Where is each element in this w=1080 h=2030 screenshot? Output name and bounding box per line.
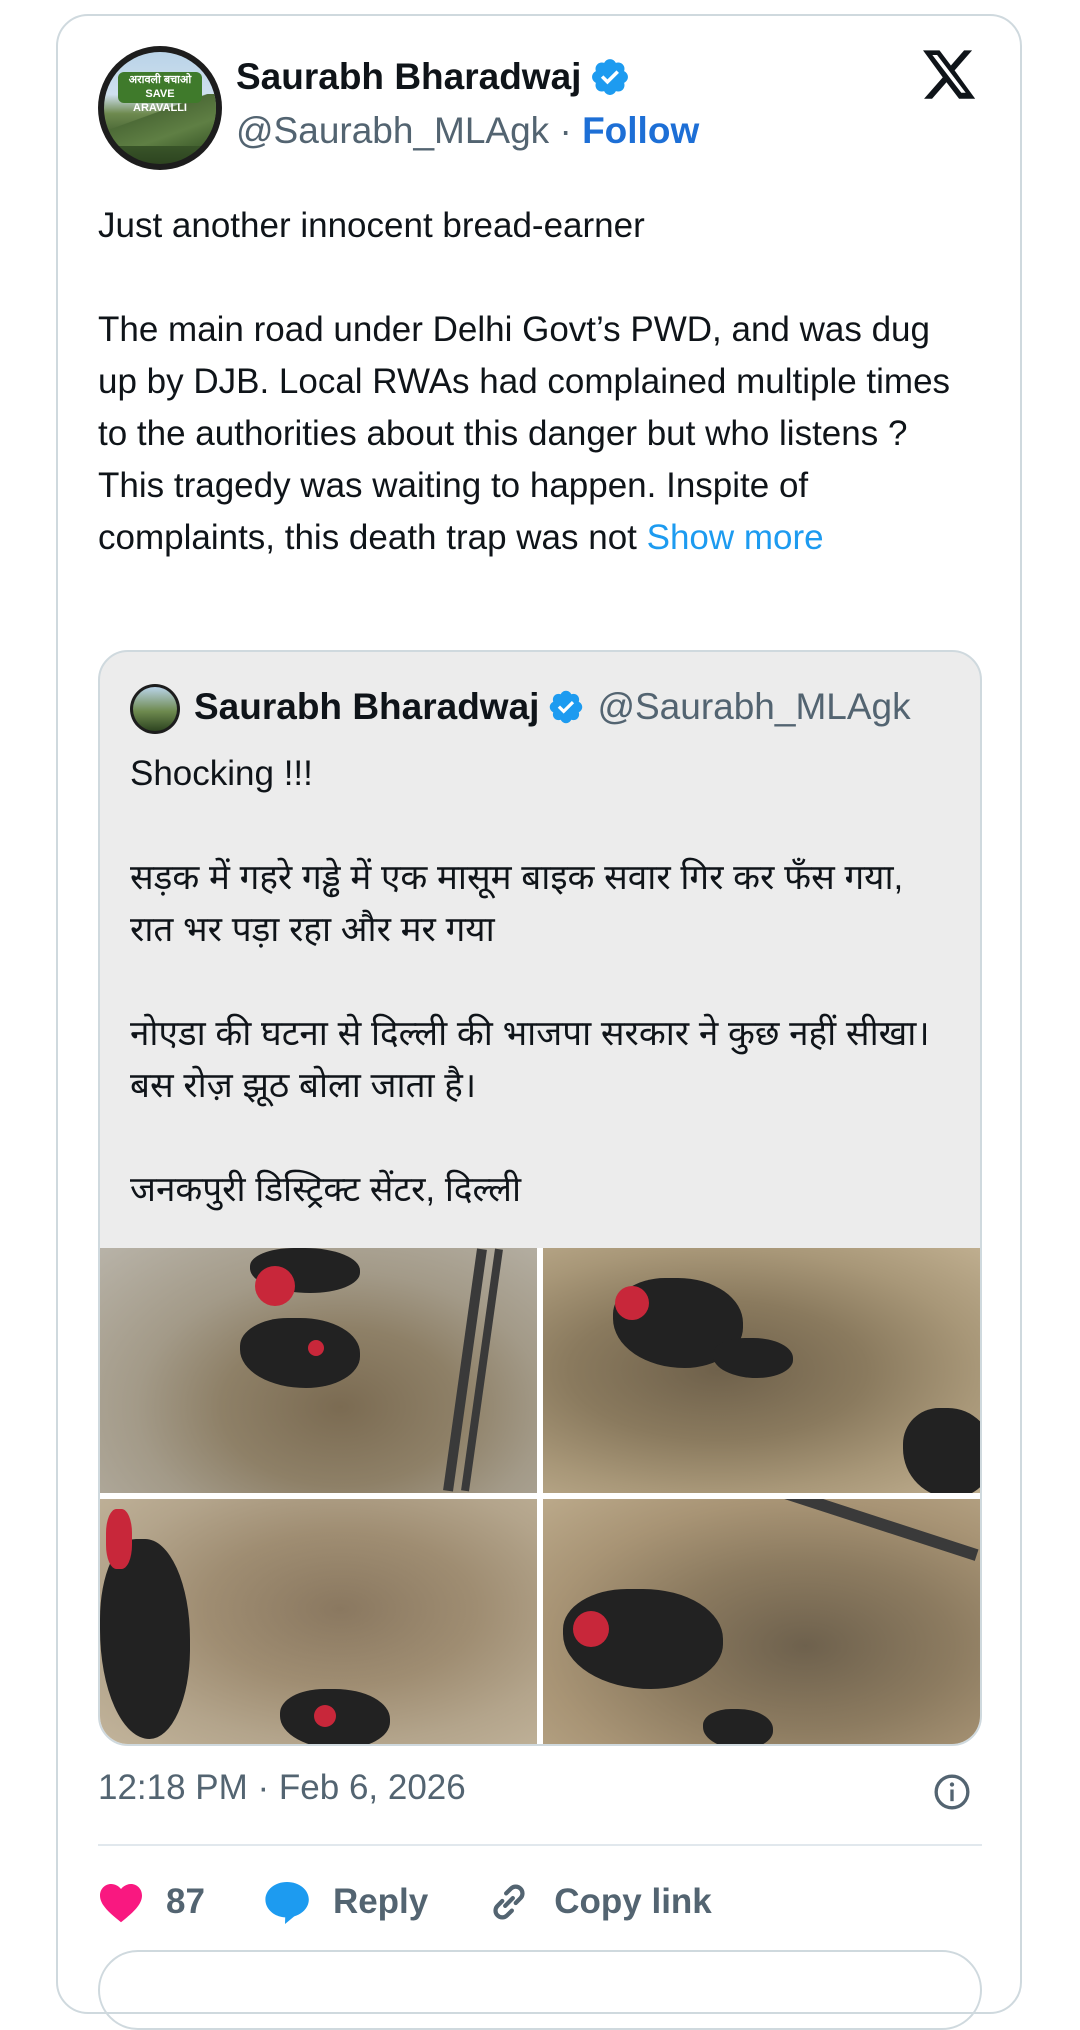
follow-button[interactable]: Follow [582, 110, 699, 151]
author-avatar[interactable]: अरावली बचाओ SAVE ARAVALLI [98, 46, 222, 170]
verified-badge-icon [592, 59, 629, 95]
quoted-author-name: Saurabh Bharadwaj [194, 686, 540, 727]
photo-2[interactable] [543, 1248, 980, 1493]
tweet-timestamp[interactable]: 12:18 PM · Feb 6, 2026 [98, 1768, 466, 1808]
link-icon [493, 1884, 525, 1920]
reply-icon [265, 1882, 309, 1924]
heart-icon [100, 1884, 142, 1923]
photo-3[interactable] [100, 1499, 537, 1744]
media-grid [100, 1248, 980, 1744]
quoted-tweet-text: Shocking !!! सड़क में गहरे गड्ढे में एक … [130, 754, 930, 1209]
reply-button[interactable]: Reply [263, 1879, 428, 1925]
author-name-row[interactable]: Saurabh Bharadwaj [236, 56, 631, 98]
quoted-tweet[interactable]: Saurabh Bharadwaj @Saurabh_MLAgk Shockin… [98, 650, 982, 1746]
tweet-body: Just another innocent bread-earner The m… [98, 206, 951, 557]
read-replies-pill[interactable] [98, 1950, 982, 2030]
verified-badge-icon [550, 690, 583, 724]
copy-link-label: Copy link [554, 1882, 712, 1921]
show-more-link[interactable]: Show more [647, 518, 824, 557]
tweet-text: Just another innocent bread-earner The m… [98, 200, 978, 564]
quoted-author-avatar [130, 684, 180, 734]
author-handle[interactable]: @Saurabh_MLAgk [236, 110, 549, 151]
author-name[interactable]: Saurabh Bharadwaj [236, 56, 581, 98]
action-bar: 87 Reply Copy link [98, 1872, 770, 1932]
avatar-banner-text: अरावली बचाओ SAVE ARAVALLI [118, 72, 202, 114]
like-count: 87 [166, 1882, 205, 1921]
author-handle-row: @Saurabh_MLAgk · Follow [236, 110, 699, 152]
reply-label: Reply [332, 1882, 429, 1921]
divider [98, 1844, 982, 1846]
info-icon[interactable] [932, 1772, 972, 1812]
photo-1[interactable] [100, 1248, 537, 1493]
handle-separator: · [549, 110, 583, 151]
copy-link-button[interactable]: Copy link [486, 1879, 712, 1925]
like-button[interactable]: 87 [98, 1881, 205, 1923]
quoted-author-handle: @Saurabh_MLAgk [597, 686, 911, 727]
quoted-author-row: Saurabh Bharadwaj @Saurabh_MLAgk [194, 686, 911, 728]
x-logo-icon[interactable] [920, 50, 978, 104]
photo-4[interactable] [543, 1499, 980, 1744]
